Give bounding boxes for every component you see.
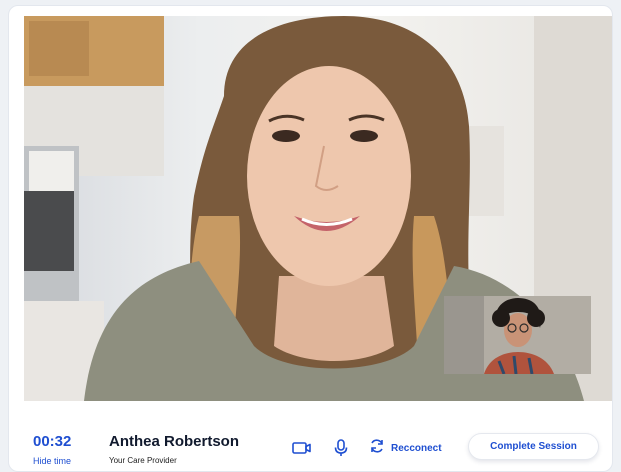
reconnect-label: Recconect <box>391 442 442 454</box>
call-control-bar: 00:32 Hide time Anthea Robertson Your Ca… <box>9 406 612 471</box>
provider-name: Anthea Robertson <box>109 433 240 450</box>
refresh-icon <box>369 438 385 459</box>
call-timer: 00:32 <box>33 433 72 450</box>
hide-time-link[interactable]: Hide time <box>33 456 71 466</box>
microphone-icon[interactable] <box>331 438 351 458</box>
video-call-card: 00:32 Hide time Anthea Robertson Your Ca… <box>8 5 613 472</box>
main-video-feed <box>24 16 612 401</box>
complete-session-button[interactable]: Complete Session <box>468 433 599 460</box>
camera-icon[interactable] <box>292 438 312 458</box>
reconnect-button[interactable]: Recconect <box>369 438 442 459</box>
self-view-video[interactable] <box>444 296 591 374</box>
provider-role: Your Care Provider <box>109 456 177 465</box>
